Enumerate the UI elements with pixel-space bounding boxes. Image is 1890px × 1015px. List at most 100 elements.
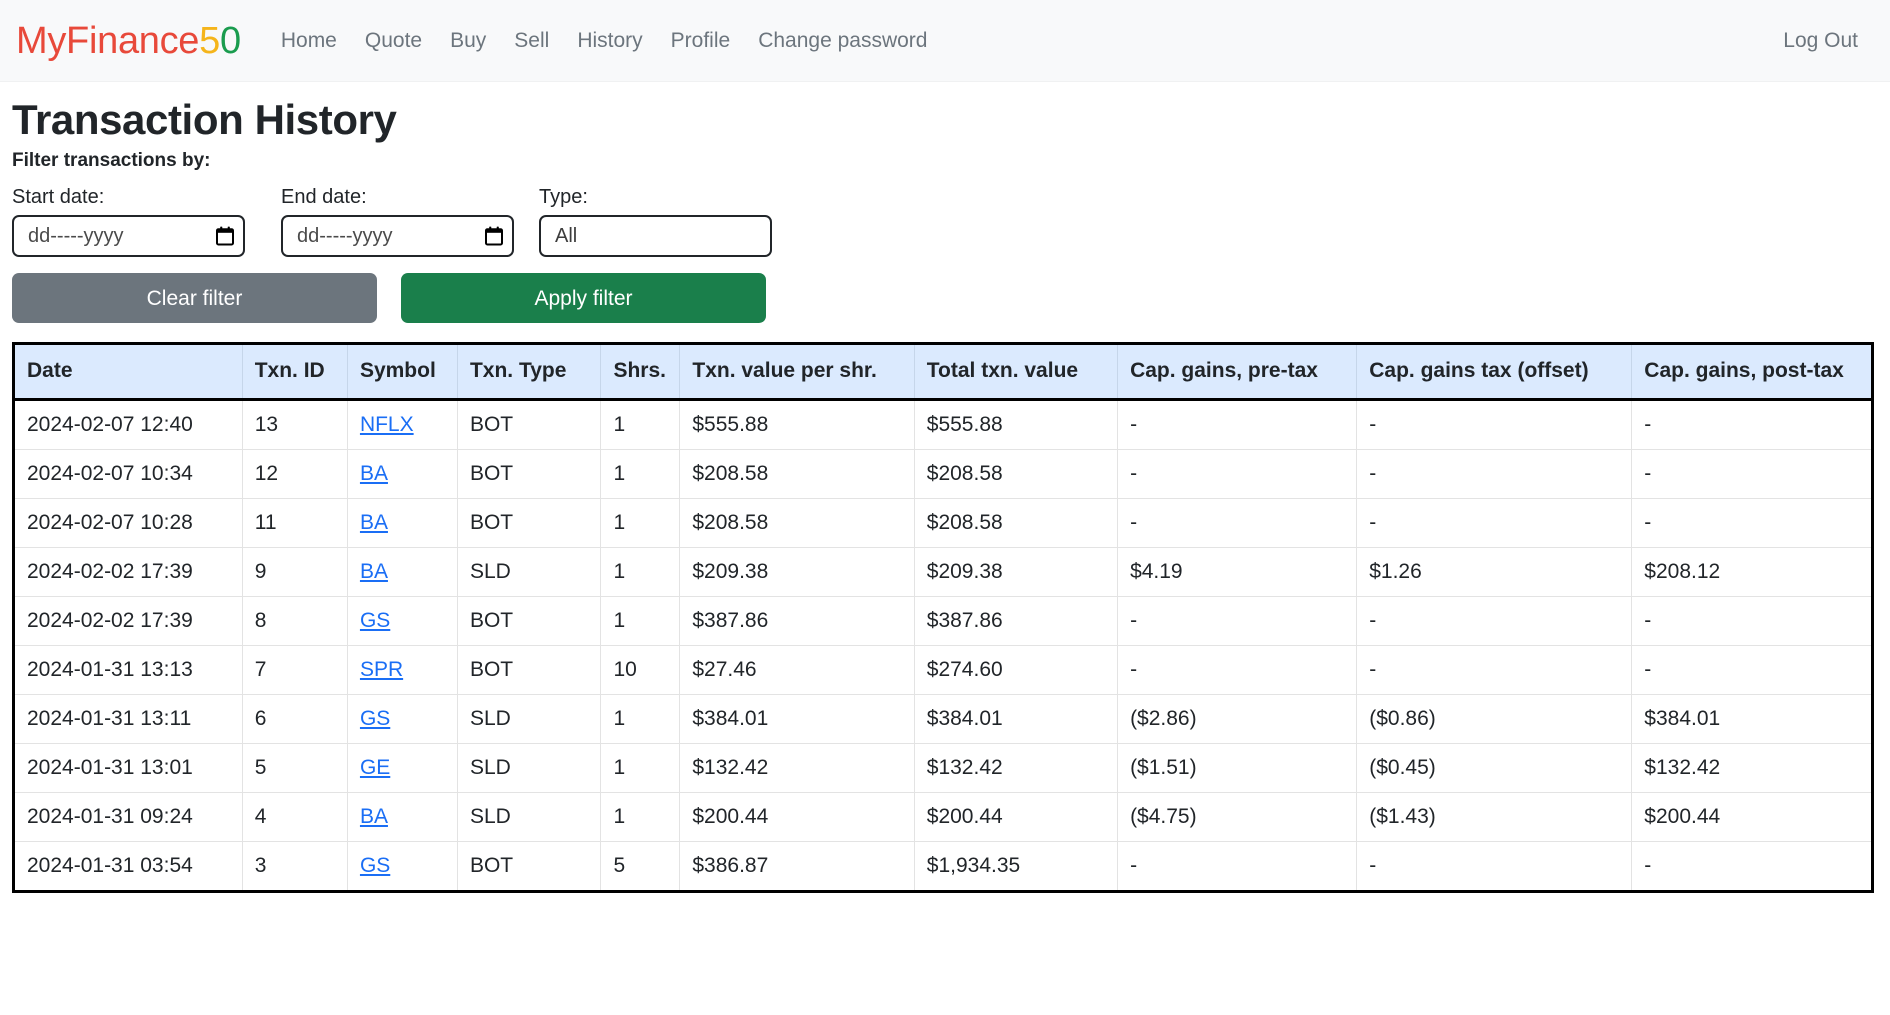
cell-shares: 5 <box>600 841 681 890</box>
symbol-link[interactable]: GE <box>360 756 390 779</box>
cell-date: 2024-01-31 13:11 <box>15 694 243 744</box>
cell-txn-type: BOT <box>457 596 602 646</box>
symbol-link[interactable]: GS <box>360 707 390 730</box>
cell-gains-tax: - <box>1356 596 1633 646</box>
calendar-icon[interactable] <box>485 226 503 246</box>
cell-total-value: $200.44 <box>914 792 1119 842</box>
cell-txn-type: BOT <box>457 645 602 695</box>
symbol-link[interactable]: BA <box>360 805 388 828</box>
cell-txn-type: BOT <box>457 449 602 499</box>
start-date-input[interactable]: dd-----yyyy <box>12 215 245 258</box>
cell-gains-pre-tax: $4.19 <box>1117 547 1358 597</box>
cell-gains-tax: $1.26 <box>1356 547 1633 597</box>
end-date-group: End date: dd-----yyyy <box>281 185 514 258</box>
column-header-txn-id: Txn. ID <box>242 345 348 401</box>
cell-gains-tax: - <box>1356 449 1633 499</box>
nav-link-list: Home Quote Buy Sell History Profile Chan… <box>267 24 942 57</box>
cell-symbol: GS <box>347 841 458 890</box>
symbol-link[interactable]: BA <box>360 462 388 485</box>
cell-date: 2024-01-31 13:13 <box>15 645 243 695</box>
cell-txn-id: 9 <box>242 547 348 597</box>
table-row: 2024-01-31 09:24 4 BA SLD 1 $200.44 $200.44 ($4… <box>15 792 1871 842</box>
cell-shares: 10 <box>600 645 681 695</box>
brand-text-primary: MyFinance <box>16 19 200 62</box>
cell-txn-id: 4 <box>242 792 348 842</box>
table-body: 2024-02-07 12:40 13 NFLX BOT 1 $555.88 $555.88… <box>15 399 1871 890</box>
nav-item-profile[interactable]: Profile <box>657 24 745 57</box>
nav-item-buy[interactable]: Buy <box>436 24 500 57</box>
table-row: 2024-02-07 10:34 12 BA BOT 1 $208.58 $208.58- -… <box>15 449 1871 499</box>
cell-gains-pre-tax: ($4.75) <box>1117 792 1358 842</box>
nav-item-change-password[interactable]: Change password <box>744 24 941 57</box>
symbol-link[interactable]: GS <box>360 609 390 632</box>
cell-txn-type: BOT <box>457 498 602 548</box>
cell-value-per-share: $200.44 <box>679 792 915 842</box>
table-row: 2024-01-31 13:01 5 GE SLD 1 $132.42 $132.42 ($1… <box>15 743 1871 793</box>
top-navbar: MyFinance50 Home Quote Buy Sell History … <box>0 0 1890 82</box>
cell-txn-id: 7 <box>242 645 348 695</box>
brand-logo[interactable]: MyFinance50 <box>16 22 241 60</box>
column-header-gains-post-tax: Cap. gains, post-tax <box>1631 345 1871 401</box>
symbol-link[interactable]: NFLX <box>360 413 414 436</box>
end-date-placeholder: dd-----yyyy <box>297 224 393 247</box>
cell-shares: 1 <box>600 694 681 744</box>
cell-gains-tax: ($1.43) <box>1356 792 1633 842</box>
transaction-table: Date Txn. ID Symbol Txn. Type Shrs. Txn.… <box>15 345 1871 890</box>
cell-total-value: $208.58 <box>914 498 1119 548</box>
cell-gains-post-tax: - <box>1631 596 1871 646</box>
cell-total-value: $1,934.35 <box>914 841 1119 890</box>
cell-gains-post-tax: - <box>1631 498 1871 548</box>
main-content: Transaction History Filter transactions … <box>0 96 1890 893</box>
cell-txn-type: SLD <box>457 694 602 744</box>
cell-gains-post-tax: $384.01 <box>1631 694 1871 744</box>
cell-symbol: BA <box>347 498 458 548</box>
start-date-placeholder: dd-----yyyy <box>28 224 124 247</box>
filter-caption: Filter transactions by: <box>12 150 211 172</box>
cell-txn-id: 5 <box>242 743 348 793</box>
nav-item-quote[interactable]: Quote <box>351 24 436 57</box>
symbol-link[interactable]: GS <box>360 854 390 877</box>
cell-shares: 1 <box>600 547 681 597</box>
cell-shares: 1 <box>600 792 681 842</box>
cell-gains-post-tax: - <box>1631 645 1871 695</box>
cell-total-value: $132.42 <box>914 743 1119 793</box>
cell-date: 2024-02-02 17:39 <box>15 596 243 646</box>
start-date-group: Start date: dd-----yyyy <box>12 185 245 258</box>
nav-item-history[interactable]: History <box>563 24 656 57</box>
cell-date: 2024-02-02 17:39 <box>15 547 243 597</box>
cell-value-per-share: $132.42 <box>679 743 915 793</box>
cell-gains-post-tax: - <box>1644 853 1652 877</box>
column-header-shares: Shrs. <box>600 345 681 401</box>
transaction-table-container: Date Txn. ID Symbol Txn. Type Shrs. Txn.… <box>12 342 1874 893</box>
nav-item-home[interactable]: Home <box>267 24 351 57</box>
logout-link[interactable]: Log Out <box>1769 24 1872 57</box>
cell-shares: 1 <box>600 399 681 450</box>
symbol-link[interactable]: BA <box>360 560 388 583</box>
page-title: Transaction History <box>12 96 397 143</box>
nav-item-sell[interactable]: Sell <box>500 24 563 57</box>
cell-txn-id: 6 <box>242 694 348 744</box>
type-select[interactable]: All <box>539 215 772 258</box>
cell-value-per-share: $384.01 <box>679 694 915 744</box>
cell-txn-type: SLD <box>457 743 602 793</box>
cell-shares: 1 <box>600 743 681 793</box>
calendar-icon[interactable] <box>216 226 234 246</box>
column-header-gains-tax: Cap. gains tax (offset) <box>1356 345 1633 401</box>
end-date-input[interactable]: dd-----yyyy <box>281 215 514 258</box>
brand-text-zero: 0 <box>220 19 241 62</box>
cell-value-per-share: $387.86 <box>679 596 915 646</box>
apply-filter-button[interactable]: Apply filter <box>401 273 766 324</box>
type-group: Type: All <box>539 185 772 258</box>
cell-value-per-share: $208.58 <box>679 498 915 548</box>
cell-txn-id: 8 <box>242 596 348 646</box>
clear-filter-button[interactable]: Clear filter <box>12 273 377 324</box>
cell-gains-pre-tax: ($2.86) <box>1117 694 1358 744</box>
symbol-link[interactable]: BA <box>360 511 388 534</box>
cell-txn-type: SLD <box>457 792 602 842</box>
table-row: 2024-02-07 12:40 13 NFLX BOT 1 $555.88 $555.88… <box>15 399 1871 450</box>
cell-gains-pre-tax: - <box>1117 596 1358 646</box>
symbol-link[interactable]: SPR <box>360 658 403 681</box>
cell-symbol: BA <box>347 792 458 842</box>
cell-txn-type: BOT <box>457 399 602 450</box>
cell-date: 2024-02-07 10:28 <box>15 498 243 548</box>
